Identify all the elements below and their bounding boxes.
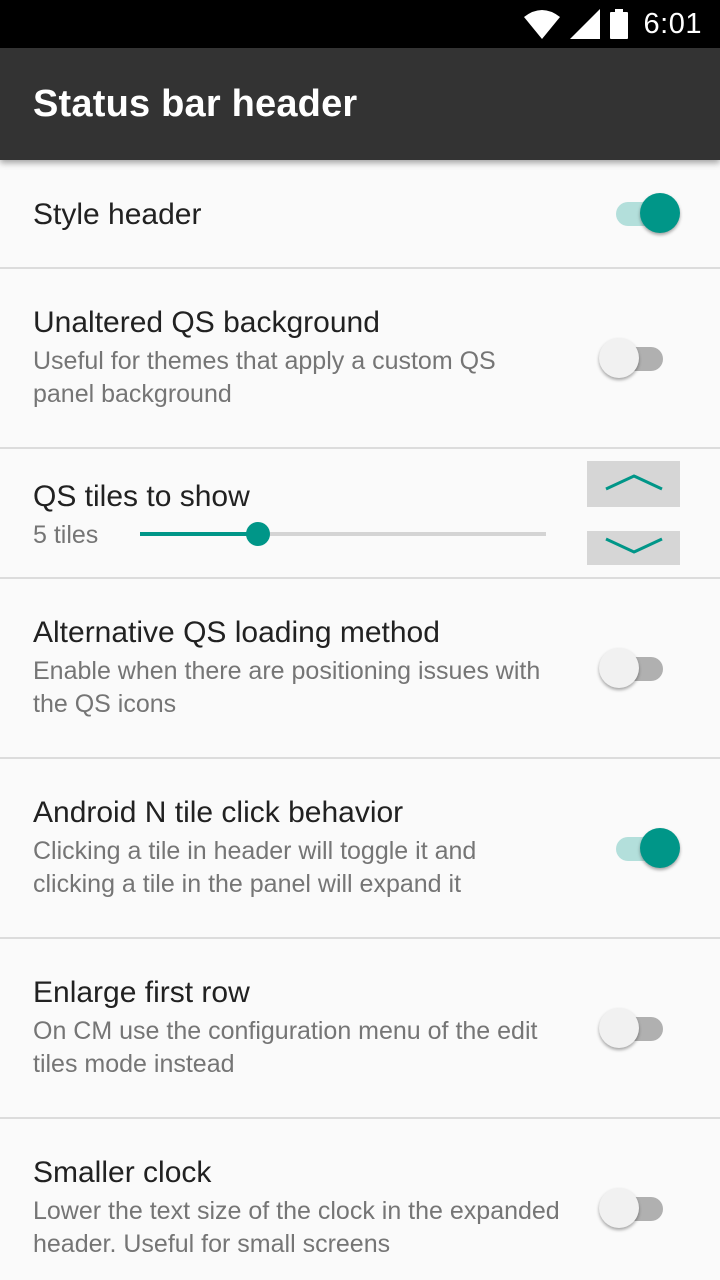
slider-value-label: 5 tiles — [33, 521, 99, 549]
battery-icon — [609, 9, 628, 39]
alternative-qs-loading-toggle[interactable] — [599, 648, 667, 688]
switch-thumb — [599, 1008, 639, 1048]
setting-texts: QS tiles to show — [33, 479, 560, 515]
chevron-down-icon — [604, 536, 664, 561]
app-bar: Status bar header — [0, 48, 720, 160]
signal-icon — [569, 9, 600, 39]
setting-title: Smaller clock — [33, 1156, 212, 1189]
setting-texts: Alternative QS loading method Enable when… — [33, 615, 560, 721]
setting-title: Enlarge first row — [33, 976, 250, 1009]
unaltered-qs-background-toggle[interactable] — [599, 338, 667, 378]
switch-thumb — [599, 338, 639, 378]
status-icons: 6:01 — [523, 0, 702, 48]
switch-thumb — [599, 1188, 639, 1228]
setting-title: Style header — [33, 198, 202, 231]
qs-tiles-slider[interactable] — [140, 519, 546, 549]
setting-summary: Enable when there are positioning issues… — [33, 657, 541, 718]
wifi-icon — [523, 9, 560, 39]
status-bar: 6:01 — [0, 0, 720, 48]
setting-unaltered-qs-background[interactable]: Unaltered QS background Useful for themes… — [0, 269, 720, 449]
setting-texts: Style header — [33, 197, 560, 233]
setting-summary: Useful for themes that apply a custom QS… — [33, 347, 496, 408]
enlarge-first-row-toggle[interactable] — [599, 1008, 667, 1048]
increase-button[interactable] — [587, 461, 680, 507]
setting-qs-tiles-to-show[interactable]: QS tiles to show 5 tiles — [0, 449, 720, 579]
settings-list: Style header Unaltered QS background Usefu… — [0, 160, 720, 1280]
setting-title: Android N tile click behavior — [33, 796, 404, 829]
setting-texts: Unaltered QS background Useful for themes… — [33, 305, 560, 411]
status-time: 6:01 — [643, 7, 702, 40]
setting-title: Alternative QS loading method — [33, 616, 440, 649]
smaller-clock-toggle[interactable] — [599, 1188, 667, 1228]
setting-summary: Clicking a tile in header will toggle it… — [33, 837, 477, 898]
setting-summary: Lower the text size of the clock in the … — [33, 1197, 560, 1258]
setting-summary: On CM use the configuration menu of the … — [33, 1017, 538, 1078]
setting-alternative-qs-loading[interactable]: Alternative QS loading method Enable when… — [0, 579, 720, 759]
chevron-up-icon — [604, 472, 664, 497]
style-header-toggle[interactable] — [614, 193, 682, 233]
slider-fill — [140, 532, 258, 536]
switch-thumb — [599, 648, 639, 688]
setting-android-n-tile-click[interactable]: Android N tile click behavior Clicking a … — [0, 759, 720, 939]
slider-knob[interactable] — [245, 522, 270, 546]
setting-style-header[interactable]: Style header — [0, 160, 720, 269]
setting-smaller-clock[interactable]: Smaller clock Lower the text size of the … — [0, 1119, 720, 1280]
setting-texts: Android N tile click behavior Clicking a … — [33, 795, 560, 901]
setting-enlarge-first-row[interactable]: Enlarge first row On CM use the configura… — [0, 939, 720, 1119]
android-n-tile-click-toggle[interactable] — [614, 828, 682, 868]
setting-title: QS tiles to show — [33, 480, 250, 513]
switch-thumb — [640, 193, 680, 233]
setting-texts: Smaller clock Lower the text size of the … — [33, 1155, 560, 1261]
decrease-button[interactable] — [587, 531, 680, 565]
setting-title: Unaltered QS background — [33, 306, 380, 339]
switch-thumb — [640, 828, 680, 868]
setting-texts: Enlarge first row On CM use the configura… — [33, 975, 560, 1081]
page-title: Status bar header — [33, 83, 358, 125]
